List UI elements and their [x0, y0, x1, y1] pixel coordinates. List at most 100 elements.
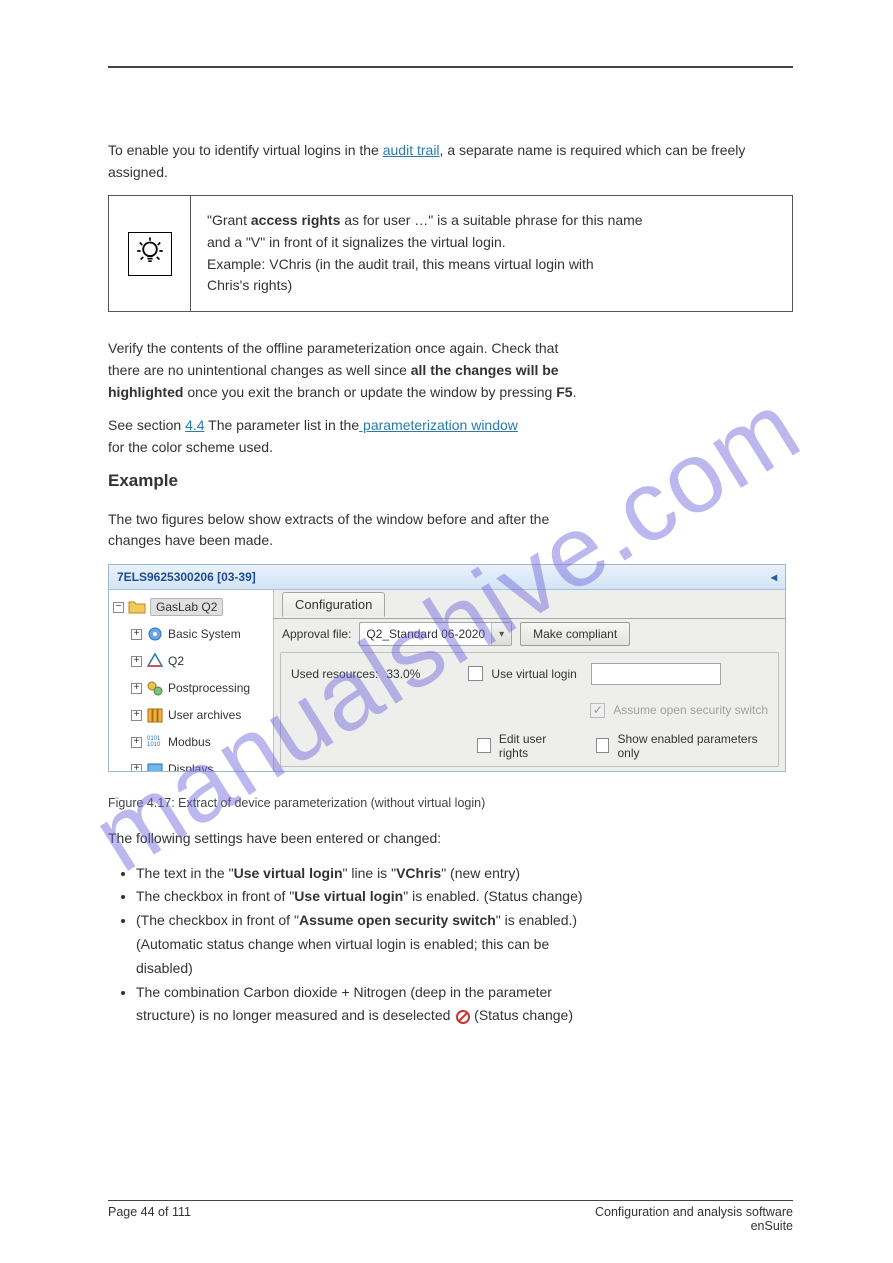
- tree-panel: − GasLab Q2 + Basic System +: [109, 590, 274, 771]
- tip-box: "Grant access rights as for user …" is a…: [108, 195, 793, 312]
- gear-icon: [145, 624, 165, 644]
- param-link-1[interactable]: parameterization: [359, 417, 467, 433]
- gears-icon: [145, 678, 165, 698]
- window-title: 7ELS9625300206 [03-39]: [117, 570, 256, 584]
- tree-item-user-archives[interactable]: + User archives: [111, 702, 271, 729]
- used-resources-value: 33.0%: [386, 667, 420, 681]
- text-bold: F5: [552, 384, 572, 400]
- text: To enable you to identify virtual logins…: [108, 142, 383, 158]
- tree-item-q2[interactable]: + Q2: [111, 648, 271, 675]
- edit-user-rights-checkbox[interactable]: [477, 738, 491, 753]
- header-rule: [108, 66, 793, 68]
- prism-icon: [145, 651, 165, 671]
- text: once you exit the branch or update the w…: [183, 384, 552, 400]
- combo-value: Q2_Standard 06-2020: [360, 627, 491, 641]
- lightbulb-icon: [128, 232, 172, 276]
- tree-label: Basic System: [168, 627, 241, 641]
- param-link-2[interactable]: window: [467, 417, 518, 433]
- list-item: The combination Carbon dioxide + Nitroge…: [136, 981, 793, 1029]
- expander-icon[interactable]: +: [131, 710, 142, 721]
- tree-label: Q2: [168, 654, 184, 668]
- text: The two figures below show extracts of t…: [108, 511, 549, 527]
- tip-icon-cell: [109, 196, 191, 311]
- text: Verify the contents of the offline param…: [108, 340, 558, 356]
- closing-paragraph: The two figures below show extracts of t…: [108, 509, 793, 552]
- binary-icon: 01011010: [145, 732, 165, 752]
- text: changes have been made.: [108, 532, 273, 548]
- svg-text:1010: 1010: [147, 742, 161, 748]
- paragraph-2: Verify the contents of the offline param…: [108, 338, 793, 458]
- text: The following settings have been entered…: [108, 828, 793, 850]
- pane-toolbar: Approval file: Q2_Standard 06-2020 ▾ Mak…: [274, 618, 785, 650]
- footer-title-2: enSuite: [751, 1219, 793, 1233]
- show-enabled-checkbox[interactable]: [596, 738, 610, 753]
- expander-icon[interactable]: +: [131, 764, 142, 771]
- expander-icon[interactable]: +: [131, 656, 142, 667]
- text: Chris's rights): [207, 277, 292, 293]
- text: for the color scheme used.: [108, 439, 273, 455]
- assume-open-checkbox: ✓: [590, 703, 605, 718]
- text: "Grant: [207, 212, 251, 228]
- folder-icon: [127, 597, 147, 617]
- tree-root[interactable]: − GasLab Q2: [111, 594, 271, 621]
- tree-item-modbus[interactable]: + 01011010 Modbus: [111, 729, 271, 756]
- tree-label: Modbus: [168, 735, 211, 749]
- config-pane: Configuration Approval file: Q2_Standard…: [274, 590, 785, 771]
- footer-title-1: Configuration and analysis software: [595, 1205, 793, 1219]
- list-item: The checkbox in front of "Use virtual lo…: [136, 885, 793, 909]
- tree-item-displays[interactable]: + Displays: [111, 756, 271, 771]
- footer-page-number: Page 44 of 111: [108, 1205, 191, 1233]
- tree-label: Displays: [168, 762, 213, 771]
- approval-file-label: Approval file:: [282, 627, 351, 641]
- changes-list: The text in the "Use virtual login" line…: [108, 862, 793, 1029]
- window-titlebar: 7ELS9625300206 [03-39] ◂: [109, 565, 785, 590]
- text: Example: VChris (in the audit trail, thi…: [207, 256, 594, 272]
- tree-root-label: GasLab Q2: [150, 598, 223, 616]
- after-figure-paragraph: The following settings have been entered…: [108, 828, 793, 850]
- tree-item-postprocessing[interactable]: + Postprocessing: [111, 675, 271, 702]
- page-footer: Page 44 of 111 Configuration and analysi…: [108, 1200, 793, 1233]
- make-compliant-button[interactable]: Make compliant: [520, 622, 630, 646]
- edit-user-rights-label: Edit user rights: [499, 732, 572, 760]
- tree-label: Postprocessing: [168, 681, 250, 695]
- text-bold: all the changes will be: [411, 362, 559, 378]
- tab-configuration[interactable]: Configuration: [282, 592, 385, 617]
- text-bold: access rights: [251, 212, 341, 228]
- expander-icon[interactable]: −: [113, 602, 124, 613]
- monitor-icon: [145, 759, 165, 771]
- prohibition-icon: [456, 1010, 470, 1024]
- list-item: (The checkbox in front of "Assume open s…: [136, 909, 793, 980]
- pane-groupbox: Used resources: 33.0% Use virtual login …: [280, 652, 779, 767]
- use-virtual-login-label: Use virtual login: [491, 667, 576, 681]
- show-enabled-label: Show enabled parameters only: [617, 732, 768, 760]
- subsection-heading: Example: [108, 471, 793, 491]
- text: and a "V" in front of it signalizes the …: [207, 234, 506, 250]
- text: , a separate name is: [440, 142, 567, 158]
- use-virtual-login-checkbox[interactable]: [468, 666, 483, 681]
- app-screenshot: 7ELS9625300206 [03-39] ◂ − GasLab Q2 + B: [108, 564, 786, 772]
- tree-item-basic-system[interactable]: + Basic System: [111, 621, 271, 648]
- used-resources-label: Used resources:: [291, 667, 378, 681]
- tip-body: "Grant access rights as for user …" is a…: [191, 196, 792, 311]
- archive-icon: [145, 705, 165, 725]
- text: there are no unintentional changes as we…: [108, 362, 411, 378]
- expander-icon[interactable]: +: [131, 737, 142, 748]
- approval-file-combo[interactable]: Q2_Standard 06-2020 ▾: [359, 622, 512, 646]
- figure-caption: Figure 4.17: Extract of device parameter…: [108, 796, 793, 810]
- list-item: The text in the "Use virtual login" line…: [136, 862, 793, 886]
- text: as for user …" is a suitable phrase for …: [340, 212, 642, 228]
- section-link[interactable]: 4.4: [185, 417, 204, 433]
- virtual-login-input[interactable]: [591, 663, 721, 685]
- text: .: [573, 384, 577, 400]
- text: section: [137, 417, 185, 433]
- collapse-icon[interactable]: ◂: [771, 570, 777, 584]
- text-bold: highlighted: [108, 384, 183, 400]
- expander-icon[interactable]: +: [131, 629, 142, 640]
- intro-paragraph: To enable you to identify virtual logins…: [108, 140, 793, 183]
- expander-icon[interactable]: +: [131, 683, 142, 694]
- assume-open-label: Assume open security switch: [613, 703, 768, 717]
- chevron-down-icon[interactable]: ▾: [491, 623, 511, 645]
- text: The parameter list in the: [205, 417, 360, 433]
- tree-label: User archives: [168, 708, 241, 722]
- audit-trail-link[interactable]: audit trail: [383, 142, 440, 158]
